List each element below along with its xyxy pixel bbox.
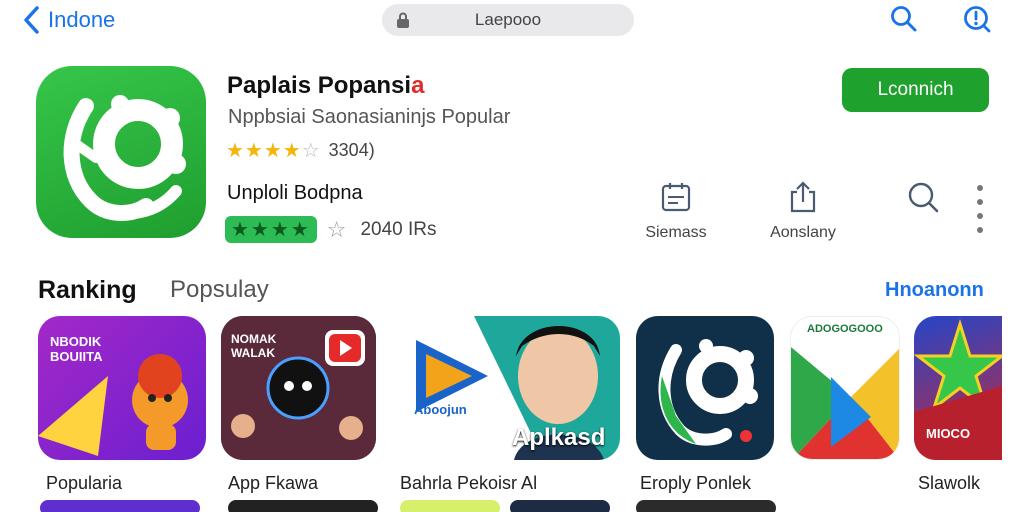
- app-icon: [36, 66, 206, 238]
- address-text: Laepooo: [474, 10, 542, 29]
- review-count: 2040 IRs: [360, 218, 437, 240]
- tab-popular[interactable]: Popsulay: [170, 276, 269, 304]
- tile-4-artwork: [658, 339, 758, 446]
- tile-2-text: NOMAK WALAK: [231, 332, 277, 360]
- chevron-left-icon: [24, 6, 39, 34]
- next-row-tile-2: [228, 500, 378, 512]
- app-title-text: Paplais Popansi: [227, 72, 412, 99]
- tile-1-text: NBODIK BOUIITA: [50, 334, 103, 364]
- help-icon[interactable]: [962, 4, 992, 34]
- tile-5-artwork: [791, 347, 899, 459]
- app-title: Paplais Popansia: [227, 72, 424, 100]
- app-tile-1[interactable]: NBODIK BOUIITA: [38, 316, 206, 460]
- open-button[interactable]: Lconnich: [842, 68, 989, 112]
- search-icon[interactable]: [889, 4, 919, 34]
- app-tile-3[interactable]: Aboojun Aplkasd: [404, 316, 620, 460]
- empty-star-icon: ☆: [326, 216, 347, 242]
- tile-3-label: Bahrla Pekoisr Al: [400, 473, 538, 493]
- next-row-tile-5: [636, 500, 776, 512]
- next-row-tile-3: [400, 500, 500, 512]
- app-tile-5[interactable]: ADOGOGOOO: [790, 316, 900, 460]
- tile-6-text: MIOCO: [926, 426, 971, 441]
- address-bar[interactable]: Laepooo: [382, 4, 634, 36]
- tile-3-text: Aplkasd: [512, 424, 606, 451]
- next-row-tile-1: [40, 500, 200, 512]
- action-share-label: Aonslany: [770, 224, 836, 241]
- lock-icon: [397, 12, 409, 28]
- action-calendar[interactable]: Siemass: [638, 180, 714, 242]
- app-logo-icon: [63, 95, 186, 221]
- tile-6-label: Slawolk: [918, 473, 981, 493]
- calendar-icon: [661, 183, 691, 212]
- next-row-tile-4: [510, 500, 610, 512]
- share-icon: [790, 181, 816, 213]
- tile-5-text: ADOGOGOOO: [807, 323, 883, 335]
- more-options-icon[interactable]: [972, 182, 988, 236]
- app-tile-4[interactable]: [636, 316, 774, 460]
- tile-4-label: Eroply Ponlek: [640, 473, 752, 493]
- search-small-icon[interactable]: [906, 180, 940, 214]
- rating-row: ★★★★☆ 3304): [226, 138, 375, 163]
- tile-2-label: App Fkawa: [228, 473, 319, 493]
- app-tile-2[interactable]: NOMAK WALAK: [221, 316, 376, 460]
- app-tile-6[interactable]: MIOCO: [914, 316, 1002, 460]
- app-title-accent: a: [411, 72, 425, 99]
- green-rating-stars: ★★★★: [225, 216, 317, 243]
- tile-3-logo-text: Aboojun: [414, 402, 467, 417]
- green-rating-row: ★★★★ ☆ 2040 IRs: [225, 216, 437, 243]
- back-button[interactable]: Indone: [22, 4, 115, 36]
- back-label: Indone: [48, 7, 116, 32]
- action-share[interactable]: Aonslany: [764, 180, 842, 242]
- see-all-link[interactable]: Hnoanonn: [885, 279, 984, 302]
- tile-1-label: Popularia: [46, 473, 123, 493]
- developer-name: Unploli Bodpna: [227, 182, 363, 204]
- rating-stars: ★★★★☆: [226, 140, 321, 162]
- rating-count: 3304): [328, 140, 375, 160]
- app-subtitle: Nppbsiai Saonasianinjs Popular: [228, 106, 511, 128]
- section-title: Ranking: [38, 276, 137, 304]
- action-calendar-label: Siemass: [645, 224, 707, 241]
